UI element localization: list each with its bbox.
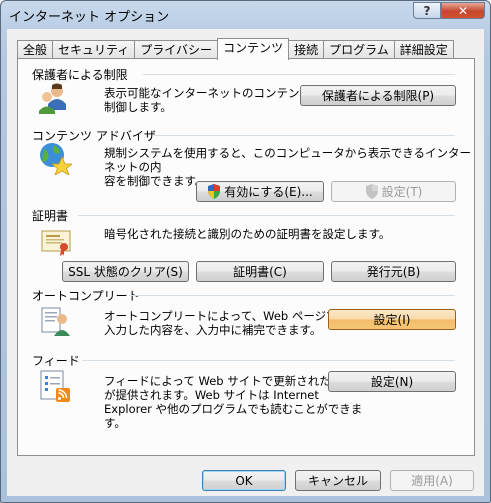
title-bar[interactable]: インターネット オプション ? ✕ [1, 1, 490, 29]
tab-connections[interactable]: 接続 [288, 40, 325, 59]
globe-star-icon [40, 143, 72, 175]
certificate-icon [41, 230, 71, 256]
window-title: インターネット オプション [9, 10, 170, 25]
autocomplete-user-icon [41, 307, 70, 336]
tab-programs[interactable]: プログラム [323, 40, 395, 59]
tab-security[interactable]: セキュリティ [52, 40, 136, 59]
feeds-title: フィード [32, 354, 80, 368]
parental-controls-button[interactable]: 保護者による制限(P) [300, 85, 456, 106]
tab-strip: 全般 セキュリティ プライバシー コンテンツ 接続 プログラム 詳細設定 [17, 38, 454, 60]
certificates-button[interactable]: 証明書(C) [196, 261, 324, 282]
divider [78, 215, 455, 216]
publishers-button[interactable]: 発行元(B) [331, 261, 456, 282]
divider [129, 295, 455, 296]
feed-icon [40, 370, 70, 402]
help-button[interactable]: ? [413, 2, 441, 19]
divider [82, 360, 455, 361]
parental-controls-description: 表示可能なインターネットのコンテンツを 制御します。 [104, 86, 323, 114]
tab-general[interactable]: 全般 [17, 40, 54, 59]
autocomplete-title: オートコンプリート [32, 289, 140, 303]
feeds-description: フィードによって Web サイトで更新された内容 が提供されます。Web サイト… [104, 374, 363, 430]
tab-advanced[interactable]: 詳細設定 [393, 40, 454, 59]
tab-content[interactable]: コンテンツ [217, 38, 290, 60]
close-button[interactable]: ✕ [441, 2, 485, 19]
uac-shield-icon [208, 184, 221, 199]
dialog-window: インターネット オプション ? ✕ 全般 セキュリティ プライバシー コンテンツ… [0, 0, 491, 503]
parental-controls-title: 保護者による制限 [32, 68, 128, 82]
autocomplete-settings-button[interactable]: 設定(I) [328, 309, 456, 330]
dialog-client: 全般 セキュリティ プライバシー コンテンツ 接続 プログラム 詳細設定 保護者… [7, 29, 484, 496]
divider [143, 74, 455, 75]
clear-ssl-state-button[interactable]: SSL 状態のクリア(S) [62, 261, 189, 282]
ok-button[interactable]: OK [202, 470, 286, 491]
apply-button[interactable]: 適用(A) [390, 470, 474, 491]
cancel-button[interactable]: キャンセル [295, 470, 381, 491]
certificates-title: 証明書 [32, 209, 69, 223]
content-tab-panel: 保護者による制限 表示可能なインターネットのコンテンツを 制御します。 保護者に… [17, 58, 475, 456]
autocomplete-description: オートコンプリートによって、Web ページで前回 入力した内容を、入力中に補完で… [104, 309, 361, 337]
content-advisor-settings-button[interactable]: 設定(T) [331, 181, 456, 202]
feeds-settings-button[interactable]: 設定(N) [328, 371, 456, 392]
enable-content-advisor-button[interactable]: 有効にする(E)... [196, 181, 324, 202]
tab-privacy[interactable]: プライバシー [134, 40, 219, 59]
parental-controls-icon [39, 83, 66, 114]
divider [154, 135, 455, 136]
uac-shield-icon [365, 184, 378, 199]
certificates-description: 暗号化された接続と識別のための証明書を設定します。 [104, 227, 391, 241]
